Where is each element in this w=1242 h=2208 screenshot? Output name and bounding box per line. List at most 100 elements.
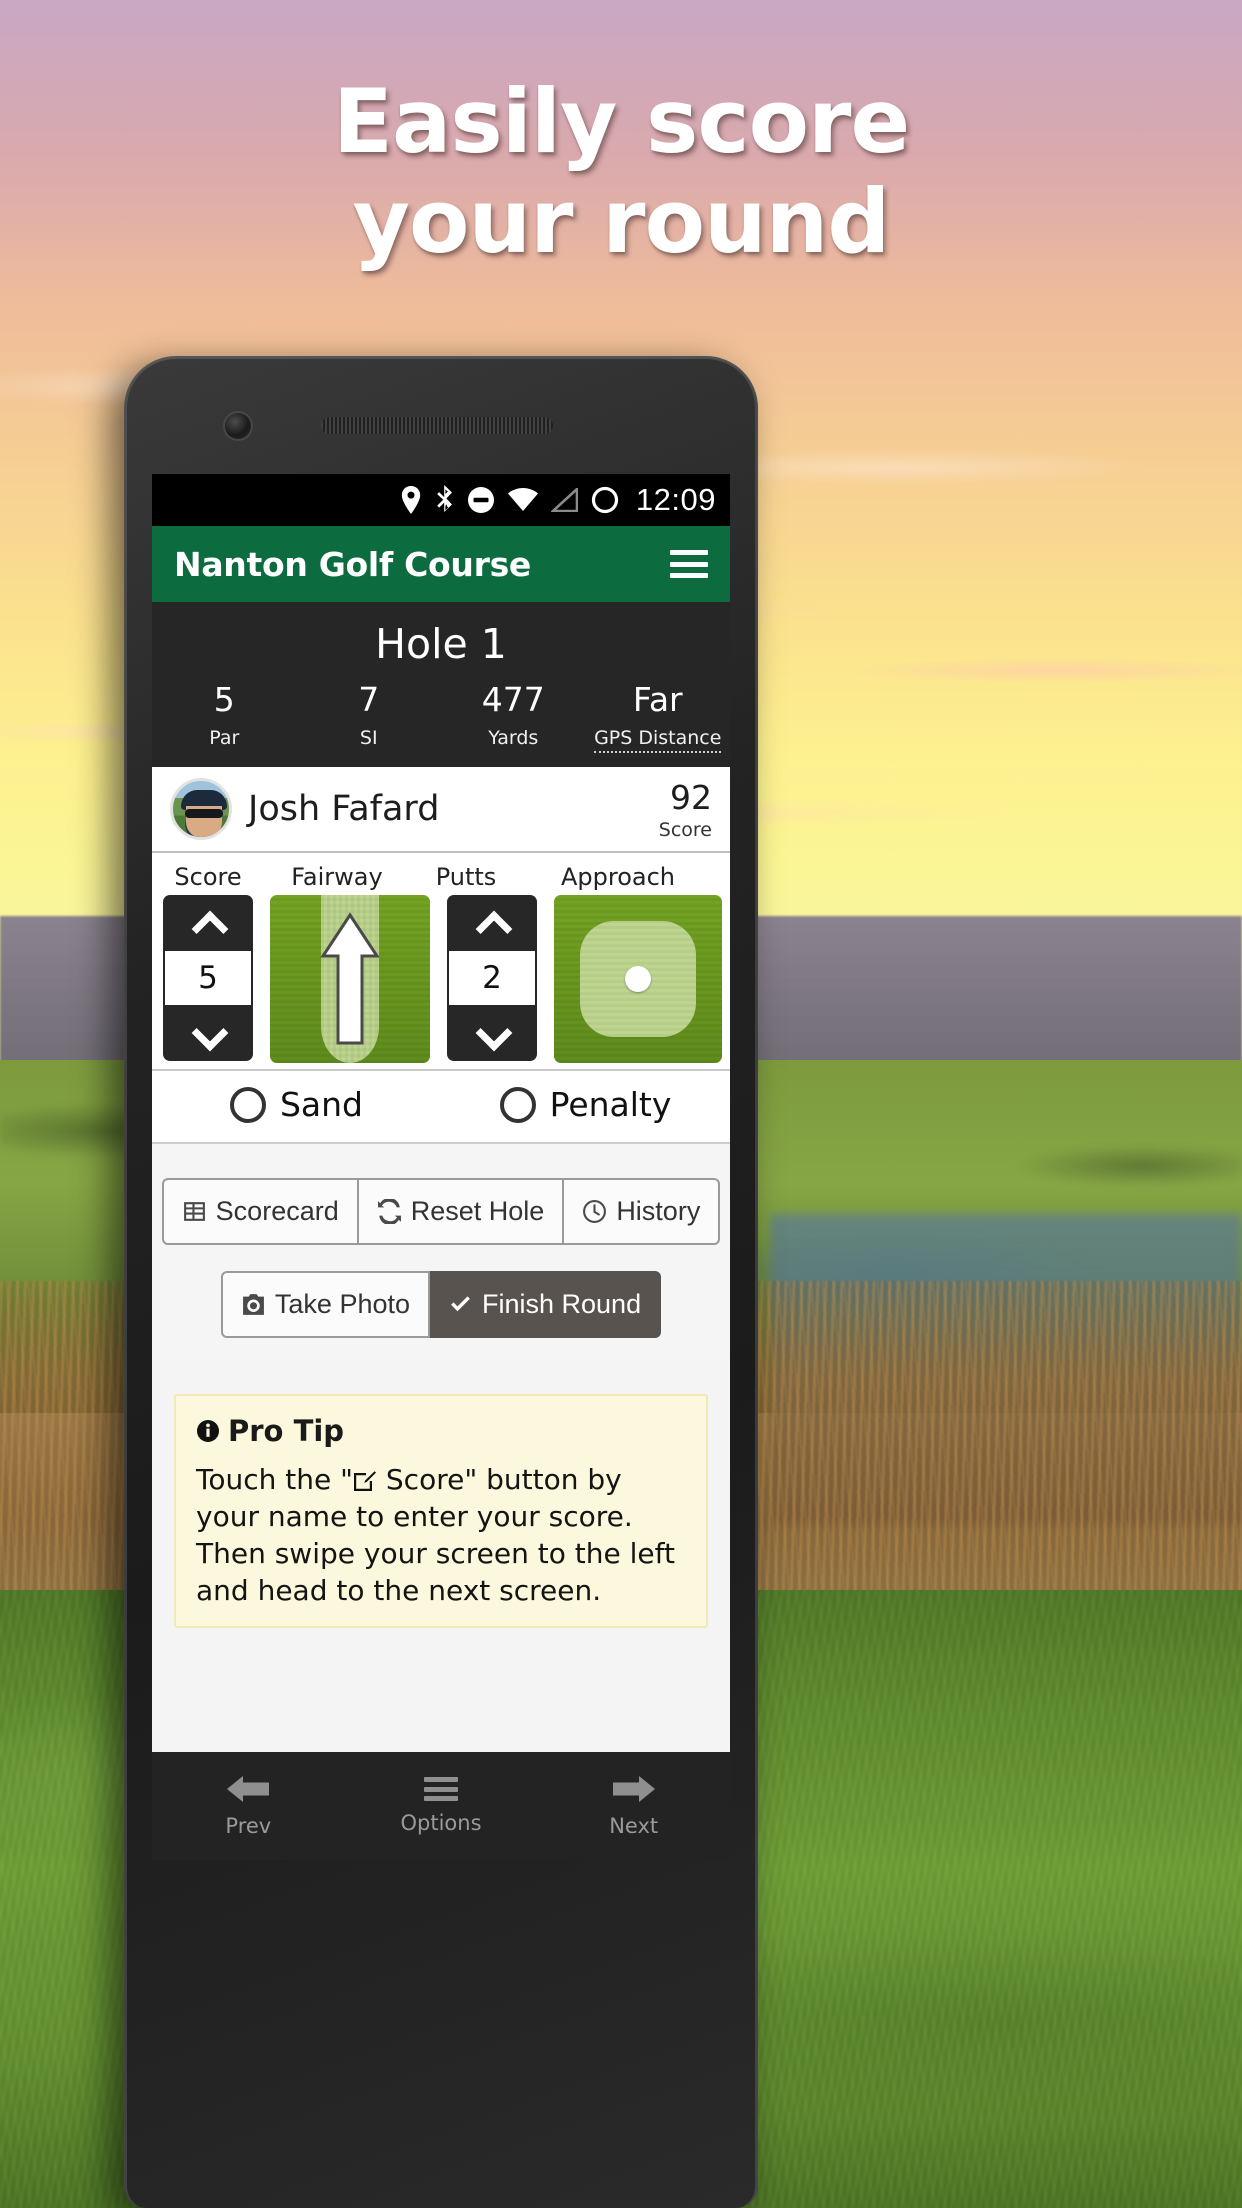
nav-next[interactable]: Next	[537, 1752, 730, 1860]
score-increment-button[interactable]	[163, 895, 253, 951]
stat-par-label: Par	[209, 727, 240, 749]
sand-label: Sand	[279, 1085, 364, 1124]
putts-decrement-button[interactable]	[447, 1005, 537, 1061]
pro-tip-card: Pro Tip Touch the " Score" button by you…	[174, 1394, 708, 1628]
player-score: 92 Score	[659, 778, 712, 841]
signal-icon	[550, 488, 578, 512]
stat-yards-value: 477	[481, 680, 545, 719]
penalty-radio[interactable]	[499, 1086, 536, 1123]
alarm-circle-icon	[591, 486, 619, 514]
phone-screen: 12:09 Nanton Golf Course Hole 1 5 Par 7 …	[152, 474, 730, 1860]
pro-tip-heading: Pro Tip	[196, 1414, 686, 1448]
stat-yards: 477 Yards	[441, 680, 586, 753]
promo-headline: Easily score your round	[0, 78, 1242, 266]
putts-stepper: 2	[447, 895, 537, 1061]
sand-toggle[interactable]: Sand	[152, 1085, 441, 1124]
header-fairway: Fairway	[291, 863, 383, 891]
shot-controls: Score Fairway Putts Approach 5 2	[152, 853, 730, 1071]
scorecard-button[interactable]: Scorecard	[161, 1178, 359, 1245]
refresh-icon	[377, 1199, 401, 1224]
fairway-selector[interactable]	[270, 895, 430, 1063]
control-widgets: 5 2	[160, 895, 722, 1069]
reset-hole-button[interactable]: Reset Hole	[358, 1178, 565, 1245]
check-icon	[451, 1295, 470, 1311]
approach-selector[interactable]	[554, 895, 722, 1063]
finish-round-label: Finish Round	[482, 1289, 642, 1319]
avatar	[170, 778, 232, 840]
stat-gps-label: GPS Distance	[594, 727, 722, 753]
player-name: Josh Fafard	[248, 789, 440, 829]
player-score-label: Score	[658, 818, 712, 841]
chevron-down-icon	[479, 1020, 505, 1046]
hole-title: Hole 1	[375, 620, 507, 668]
edit-score-icon	[354, 1471, 376, 1491]
hamburger-menu-icon[interactable]	[670, 550, 708, 578]
sand-radio[interactable]	[229, 1086, 266, 1123]
status-clock: 12:09	[635, 482, 716, 517]
front-camera-icon	[225, 413, 251, 439]
arrow-up-icon	[320, 912, 380, 1045]
stat-par-value: 5	[213, 680, 235, 719]
secondary-button-group: Take Photo Finish Round	[152, 1271, 730, 1338]
player-score-value: 92	[670, 777, 712, 817]
do-not-disturb-icon	[467, 486, 495, 514]
nav-options[interactable]: Options	[345, 1752, 538, 1860]
location-pin-icon	[401, 486, 421, 514]
take-photo-button[interactable]: Take Photo	[220, 1271, 430, 1338]
putts-value[interactable]: 2	[447, 951, 537, 1005]
app-title: Nanton Golf Course	[174, 544, 532, 584]
clock-icon	[583, 1200, 607, 1223]
take-photo-label: Take Photo	[274, 1289, 410, 1319]
player-row[interactable]: Josh Fafard 92 Score	[152, 767, 730, 853]
info-circle-icon	[197, 1420, 219, 1442]
arrow-left-icon	[227, 1776, 270, 1802]
history-button[interactable]: History	[564, 1178, 721, 1245]
wifi-icon	[507, 488, 538, 512]
hole-stats-row: 5 Par 7 SI 477 Yards Far GPS Distance	[152, 680, 730, 753]
history-label: History	[616, 1196, 701, 1226]
avatar-sunglasses	[185, 809, 223, 818]
nav-next-label: Next	[609, 1814, 659, 1838]
chevron-up-icon	[195, 910, 221, 936]
reset-hole-label: Reset Hole	[410, 1196, 545, 1226]
action-area: Scorecard Reset Hole History Take Photo	[152, 1144, 730, 1362]
camera-icon	[242, 1294, 264, 1315]
stat-si: 7 SI	[297, 680, 442, 753]
header-approach: Approach	[560, 863, 676, 891]
penalty-label: Penalty	[549, 1085, 672, 1124]
stat-yards-label: Yards	[488, 727, 539, 749]
pro-tip-title: Pro Tip	[228, 1414, 345, 1448]
header-putts: Putts	[435, 863, 497, 891]
arrow-right-icon	[612, 1776, 655, 1802]
phone-mockup: 12:09 Nanton Golf Course Hole 1 5 Par 7 …	[124, 356, 758, 2208]
score-decrement-button[interactable]	[163, 1005, 253, 1061]
penalty-toggle[interactable]: Penalty	[441, 1085, 730, 1124]
stat-si-label: SI	[359, 727, 378, 749]
stat-par: 5 Par	[152, 680, 297, 753]
hamburger-menu-icon	[424, 1777, 458, 1801]
finish-round-button[interactable]: Finish Round	[430, 1271, 662, 1338]
approach-center-dot[interactable]	[625, 966, 651, 992]
earpiece-speaker	[321, 417, 553, 434]
promo-line-2: your round	[352, 170, 891, 273]
score-value[interactable]: 5	[163, 951, 253, 1005]
putts-increment-button[interactable]	[447, 895, 537, 951]
bluetooth-icon	[434, 485, 454, 515]
chevron-down-icon	[195, 1020, 221, 1046]
stat-gps-value: Far	[632, 680, 683, 719]
nav-prev[interactable]: Prev	[152, 1752, 345, 1860]
header-score: Score	[174, 863, 242, 891]
bottom-navigation: Prev Options Next	[152, 1752, 730, 1860]
control-headers: Score Fairway Putts Approach	[160, 857, 722, 895]
scorecard-label: Scorecard	[215, 1196, 339, 1226]
score-stepper: 5	[163, 895, 253, 1061]
primary-button-group: Scorecard Reset Hole History	[152, 1178, 730, 1245]
nav-options-label: Options	[400, 1811, 482, 1835]
hazard-toggles: Sand Penalty	[152, 1071, 730, 1144]
pro-tip-text-before: Touch the "	[196, 1463, 353, 1496]
stat-si-value: 7	[358, 680, 380, 719]
status-bar: 12:09	[152, 474, 730, 526]
nav-prev-label: Prev	[225, 1814, 272, 1838]
stat-gps-distance[interactable]: Far GPS Distance	[586, 680, 731, 753]
pro-tip-body: Touch the " Score" button by your name t…	[196, 1462, 686, 1610]
